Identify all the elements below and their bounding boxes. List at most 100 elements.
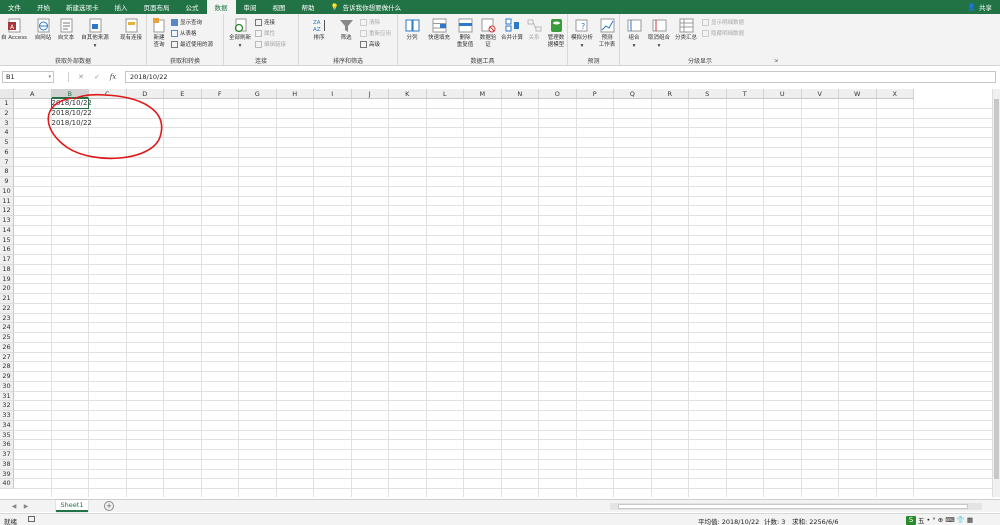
row-header-22[interactable]: 22 (0, 303, 14, 314)
row-header-14[interactable]: 14 (0, 225, 14, 236)
clear-filter-button[interactable]: 清除 (360, 18, 380, 26)
column-header-d[interactable]: D (126, 89, 164, 99)
row-header-32[interactable]: 32 (0, 401, 14, 411)
row-header-26[interactable]: 26 (0, 342, 14, 353)
show-detail-button[interactable]: 显示明细数据 (702, 18, 744, 26)
column-header-a[interactable]: A (14, 89, 52, 99)
manage-data-model-button[interactable]: 管理数 据模型 (544, 17, 568, 48)
new-query-button[interactable]: 新建 查询 (147, 17, 171, 48)
hide-detail-button[interactable]: 隐藏明细数据 (702, 29, 744, 37)
remove-duplicates-button[interactable]: 删除 重复值 (453, 17, 477, 48)
row-header-23[interactable]: 23 (0, 313, 14, 324)
tab-2[interactable]: 新建选项卡 (58, 0, 107, 14)
tab-9[interactable]: 帮助 (294, 0, 323, 14)
what-if-analysis-button[interactable]: ? 模拟分析 ▾ (569, 17, 595, 49)
column-header-f[interactable]: F (201, 89, 239, 99)
filter-button[interactable]: 筛选 (334, 17, 358, 42)
horizontal-scrollbar[interactable] (610, 503, 982, 510)
row-header-19[interactable]: 19 (0, 274, 14, 285)
row-header-34[interactable]: 34 (0, 420, 14, 431)
column-header-j[interactable]: J (351, 89, 389, 99)
relationships-button[interactable]: 关系 (524, 17, 544, 42)
column-header-i[interactable]: I (314, 89, 352, 99)
cell-b2[interactable]: 2018/10/22 (52, 109, 92, 119)
row-header-25[interactable]: 25 (0, 333, 14, 343)
scroll-thumb[interactable] (994, 99, 999, 479)
row-header-10[interactable]: 10 (0, 186, 14, 197)
from-access-button[interactable]: A 自 Access (1, 17, 27, 42)
column-header-x[interactable]: X (876, 89, 914, 99)
row-header-20[interactable]: 20 (0, 284, 14, 294)
column-header-u[interactable]: U (764, 89, 802, 99)
data-validation-button[interactable]: 数据验 证 (476, 17, 500, 48)
sheet-tab-sheet1[interactable]: Sheet1 (56, 500, 88, 512)
row-header-2[interactable]: 2 (0, 108, 14, 119)
flash-fill-button[interactable]: 快速填充 (425, 17, 453, 42)
from-web-button[interactable]: 自网站 (31, 17, 55, 42)
row-header-15[interactable]: 15 (0, 235, 14, 246)
cancel-icon[interactable]: ✕ (75, 73, 87, 81)
column-header-w[interactable]: W (839, 89, 877, 99)
existing-connections-button[interactable]: 现有连接 (117, 17, 145, 42)
cell-b3[interactable]: 2018/10/22 (52, 119, 92, 129)
row-header-1[interactable]: 1 (0, 99, 14, 109)
from-table-button[interactable]: 从表格 (171, 29, 197, 37)
edit-links-button[interactable]: 编辑链接 (255, 40, 286, 48)
row-header-28[interactable]: 28 (0, 362, 14, 372)
row-header-37[interactable]: 37 (0, 450, 14, 460)
macro-record-icon[interactable] (28, 516, 35, 522)
select-all-corner[interactable] (0, 89, 14, 99)
row-header-35[interactable]: 35 (0, 430, 14, 441)
row-header-9[interactable]: 9 (0, 177, 14, 187)
row-header-40[interactable]: 40 (0, 479, 14, 489)
refresh-all-button[interactable]: 全部刷新 ▾ (226, 17, 254, 49)
column-header-r[interactable]: R (651, 89, 689, 99)
column-header-n[interactable]: N (501, 89, 539, 99)
column-header-g[interactable]: G (239, 89, 277, 99)
formula-input[interactable]: 2018/10/22 (125, 70, 996, 83)
advanced-filter-button[interactable]: 高级 (360, 40, 380, 48)
enter-icon[interactable]: ✓ (91, 73, 103, 81)
row-header-3[interactable]: 3 (0, 118, 14, 129)
tab-0[interactable]: 文件 (0, 0, 29, 14)
row-header-16[interactable]: 16 (0, 245, 14, 255)
cell-area[interactable]: 2018/10/22 2018/10/22 2018/10/22 (14, 98, 1000, 497)
row-header-33[interactable]: 33 (0, 411, 14, 421)
sort-button[interactable]: ZA AZ 排序 (307, 17, 331, 42)
row-header-27[interactable]: 27 (0, 352, 14, 363)
ime-toolbar[interactable]: S 五 • ° ⊕ ⌨ 👕 ▦ (906, 515, 973, 525)
row-header-21[interactable]: 21 (0, 294, 14, 304)
tab-1[interactable]: 开始 (29, 0, 58, 14)
row-header-5[interactable]: 5 (0, 138, 14, 148)
from-other-sources-button[interactable]: 自其他来源 ▾ (80, 17, 110, 49)
share-button[interactable]: 👤 共享 (968, 0, 992, 14)
row-header-38[interactable]: 38 (0, 459, 14, 470)
text-to-columns-button[interactable]: 分列 (400, 17, 424, 42)
vertical-scrollbar[interactable] (992, 89, 1000, 497)
subtotal-button[interactable]: 分类汇总 (673, 17, 699, 42)
scroll-thumb[interactable] (618, 504, 968, 509)
insert-function-icon[interactable]: fx (107, 73, 119, 81)
tab-8[interactable]: 视图 (265, 0, 294, 14)
column-header-b[interactable]: B (51, 89, 89, 99)
tab-3[interactable]: 插入 (107, 0, 136, 14)
tab-6[interactable]: 数据 (206, 0, 236, 14)
row-header-24[interactable]: 24 (0, 323, 14, 333)
column-header-l[interactable]: L (426, 89, 464, 99)
column-header-q[interactable]: Q (614, 89, 652, 99)
cell-b1[interactable]: 2018/10/22 (52, 99, 92, 109)
row-header-11[interactable]: 11 (0, 196, 14, 207)
row-header-7[interactable]: 7 (0, 157, 14, 168)
row-header-29[interactable]: 29 (0, 372, 14, 382)
row-header-6[interactable]: 6 (0, 147, 14, 158)
row-header-8[interactable]: 8 (0, 167, 14, 177)
name-box[interactable]: B1 ▾ (2, 70, 54, 83)
row-header-36[interactable]: 36 (0, 440, 14, 450)
dialog-launcher-icon[interactable]: ⇲ (774, 58, 778, 64)
add-sheet-icon[interactable]: + (104, 501, 114, 511)
column-header-h[interactable]: H (276, 89, 314, 99)
tell-me-search[interactable]: 💡 告诉我你想要做什么 (331, 0, 402, 14)
row-header-31[interactable]: 31 (0, 391, 14, 402)
row-header-13[interactable]: 13 (0, 216, 14, 226)
connections-button[interactable]: 连接 (255, 18, 275, 26)
